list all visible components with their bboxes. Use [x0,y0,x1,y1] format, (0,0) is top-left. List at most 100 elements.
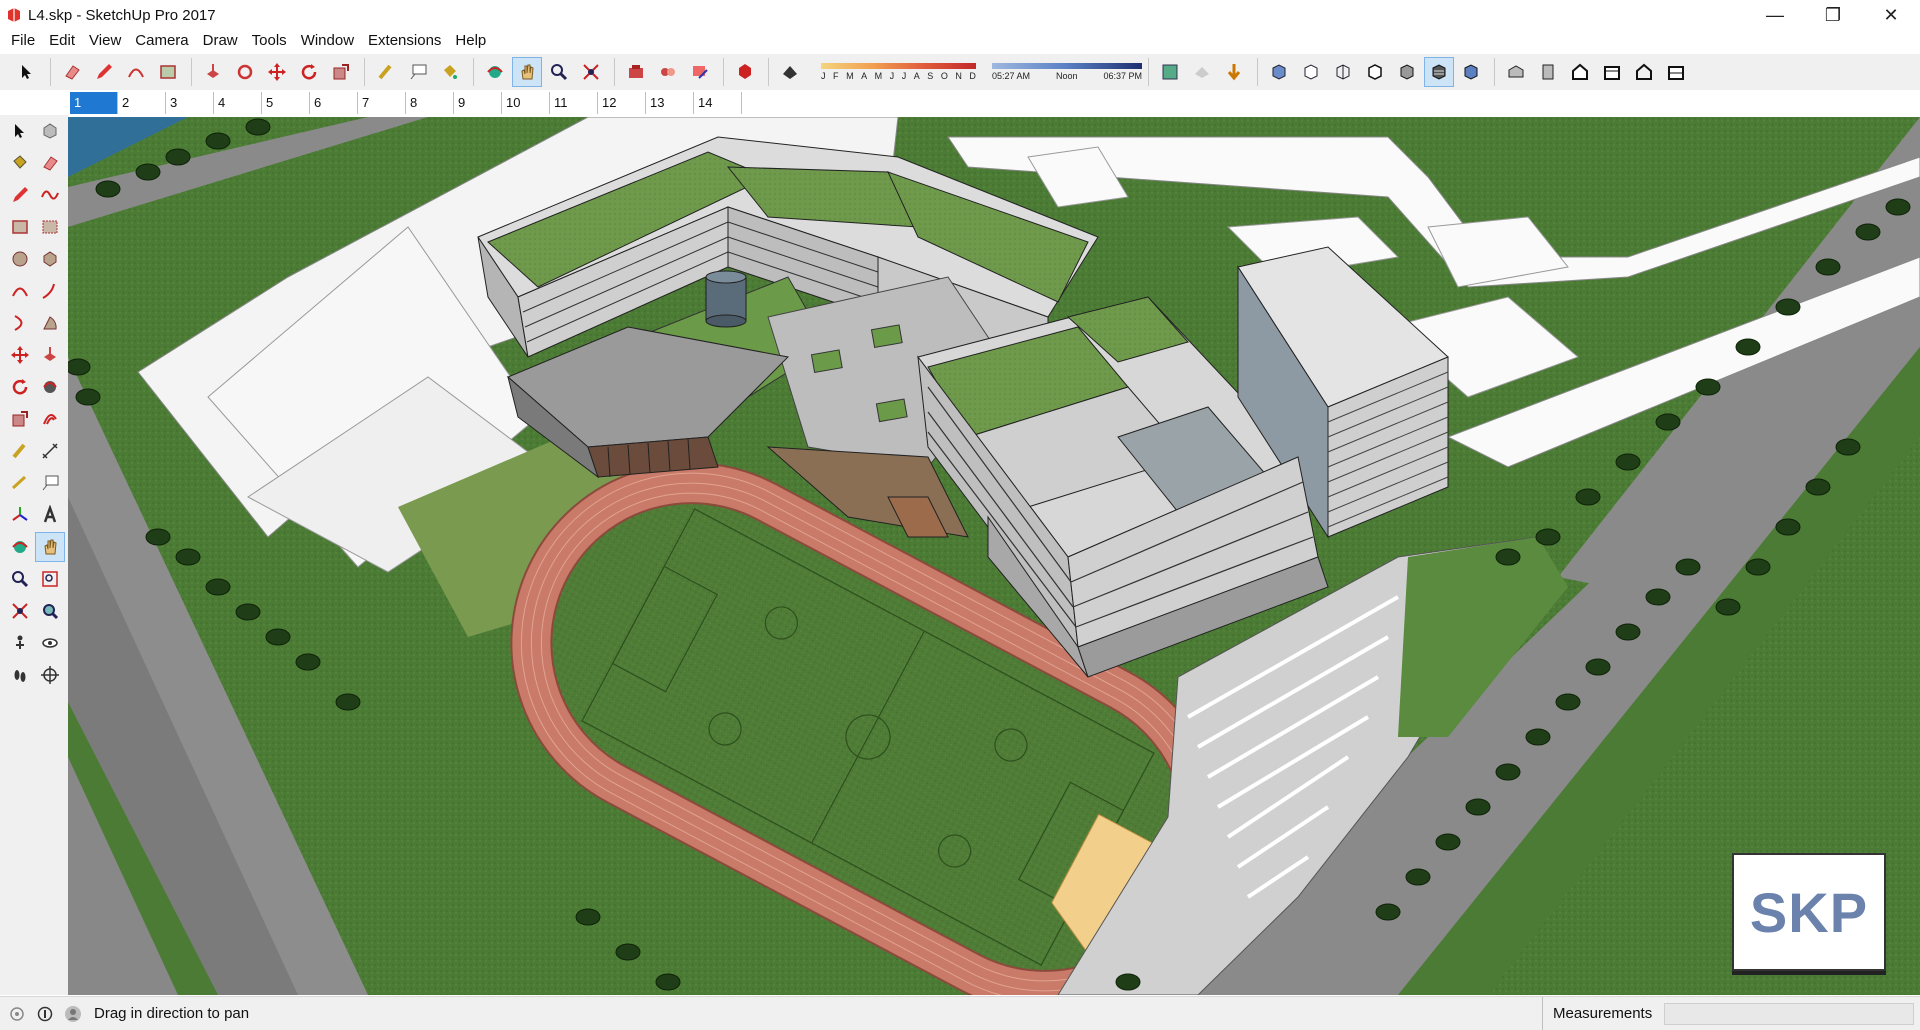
circle-icon[interactable] [5,244,35,274]
menu-edit[interactable]: Edit [42,30,82,52]
scene-tab-12[interactable]: 12 [598,92,646,114]
minimize-button[interactable]: — [1746,0,1804,30]
section-plane-icon[interactable] [35,660,65,690]
maximize-button[interactable]: ❐ [1804,0,1862,30]
tape-measure-tool-icon[interactable] [371,57,401,87]
front-view-icon[interactable] [1565,57,1595,87]
arc-tool-icon[interactable] [121,57,151,87]
arc-icon[interactable] [5,276,35,306]
components-icon[interactable] [653,57,683,87]
zoom-window-icon[interactable] [35,564,65,594]
polygon-icon[interactable] [35,244,65,274]
3d-text-icon[interactable] [35,500,65,530]
scene-tab-10[interactable]: 10 [502,92,550,114]
axes-icon[interactable] [5,500,35,530]
push-pull-tool-icon[interactable] [198,57,228,87]
scene-tab-5[interactable]: 5 [262,92,310,114]
look-around-icon[interactable] [35,628,65,658]
extension-warehouse-icon[interactable] [730,57,760,87]
shaded-textures-style-icon[interactable] [1424,57,1454,87]
back-view-icon[interactable] [1629,57,1659,87]
wireframe-style-icon[interactable] [1328,57,1358,87]
scene-tab-13[interactable]: 13 [646,92,694,114]
eraser-icon[interactable] [35,148,65,178]
scene-tab-4[interactable]: 4 [214,92,262,114]
back-edges-style-icon[interactable] [1296,57,1326,87]
dimension-icon[interactable] [35,436,65,466]
orbit-icon[interactable] [5,532,35,562]
text-tool-icon[interactable] [403,57,433,87]
select-icon[interactable] [5,116,35,146]
menu-window[interactable]: Window [294,30,361,52]
warehouse-icon[interactable] [621,57,651,87]
geo-location-icon[interactable] [6,1003,28,1025]
make-component-icon[interactable] [35,116,65,146]
three-point-arc-icon[interactable] [5,308,35,338]
line-icon[interactable] [5,180,35,210]
scene-tab-3[interactable]: 3 [166,92,214,114]
shadow-month-slider[interactable]: J F M A M J J A S O N D [821,63,976,81]
zoom-icon[interactable] [5,564,35,594]
menu-file[interactable]: File [4,30,42,52]
scene-tab-2[interactable]: 2 [118,92,166,114]
rotate-tool-icon[interactable] [294,57,324,87]
pencil-tool-icon[interactable] [89,57,119,87]
rotate-icon[interactable] [5,372,35,402]
two-point-arc-icon[interactable] [35,276,65,306]
hidden-line-style-icon[interactable] [1360,57,1390,87]
scene-tab-11[interactable]: 11 [550,92,598,114]
shadow-time-slider[interactable]: 05:27 AM Noon 06:37 PM [992,63,1142,81]
move-icon[interactable] [5,340,35,370]
move-tool-icon[interactable] [262,57,292,87]
close-button[interactable]: ✕ [1862,0,1920,30]
follow-me-tool-icon[interactable] [230,57,260,87]
monochrome-style-icon[interactable] [1456,57,1486,87]
menu-draw[interactable]: Draw [196,30,245,52]
rectangle-icon[interactable] [5,212,35,242]
menu-tools[interactable]: Tools [245,30,294,52]
tape-measure-icon[interactable] [5,436,35,466]
measurements-input[interactable] [1664,1003,1914,1025]
scene-tab-7[interactable]: 7 [358,92,406,114]
scene-tab-6[interactable]: 6 [310,92,358,114]
add-location-icon[interactable] [1155,57,1185,87]
menu-view[interactable]: View [82,30,128,52]
rectangle-tool-icon[interactable] [153,57,183,87]
scene-tab-9[interactable]: 9 [454,92,502,114]
left-view-icon[interactable] [1661,57,1691,87]
menu-camera[interactable]: Camera [128,30,195,52]
text-icon[interactable] [35,468,65,498]
paint-bucket-tool-icon[interactable] [435,57,465,87]
position-camera-icon[interactable] [5,628,35,658]
orbit-tool-icon[interactable] [480,57,510,87]
scale-icon[interactable] [5,404,35,434]
xray-style-icon[interactable] [1264,57,1294,87]
scene-tab-1[interactable]: 1 [70,92,118,114]
credits-icon[interactable] [34,1003,56,1025]
pan-icon[interactable] [35,532,65,562]
share-model-icon[interactable] [685,57,715,87]
iso-view-icon[interactable] [1501,57,1531,87]
pan-tool-icon[interactable] [512,57,542,87]
paint-bucket-icon[interactable] [5,148,35,178]
pie-icon[interactable] [35,308,65,338]
rotated-rectangle-icon[interactable] [35,212,65,242]
scale-tool-icon[interactable] [326,57,356,87]
eraser-tool-icon[interactable] [57,57,87,87]
push-pull-icon[interactable] [35,340,65,370]
walk-icon[interactable] [5,660,35,690]
user-account-icon[interactable] [62,1003,84,1025]
offset-icon[interactable] [35,404,65,434]
follow-me-icon[interactable] [35,372,65,402]
toggle-terrain-icon[interactable] [1187,57,1217,87]
zoom-tool-icon[interactable] [544,57,574,87]
top-view-icon[interactable] [1533,57,1563,87]
protractor-icon[interactable] [5,468,35,498]
shadows-toggle-icon[interactable] [775,57,805,87]
zoom-extents-icon[interactable] [5,596,35,626]
select-tool-icon[interactable] [12,57,42,87]
photo-textures-icon[interactable] [1219,57,1249,87]
previous-view-icon[interactable] [35,596,65,626]
right-view-icon[interactable] [1597,57,1627,87]
shaded-style-icon[interactable] [1392,57,1422,87]
